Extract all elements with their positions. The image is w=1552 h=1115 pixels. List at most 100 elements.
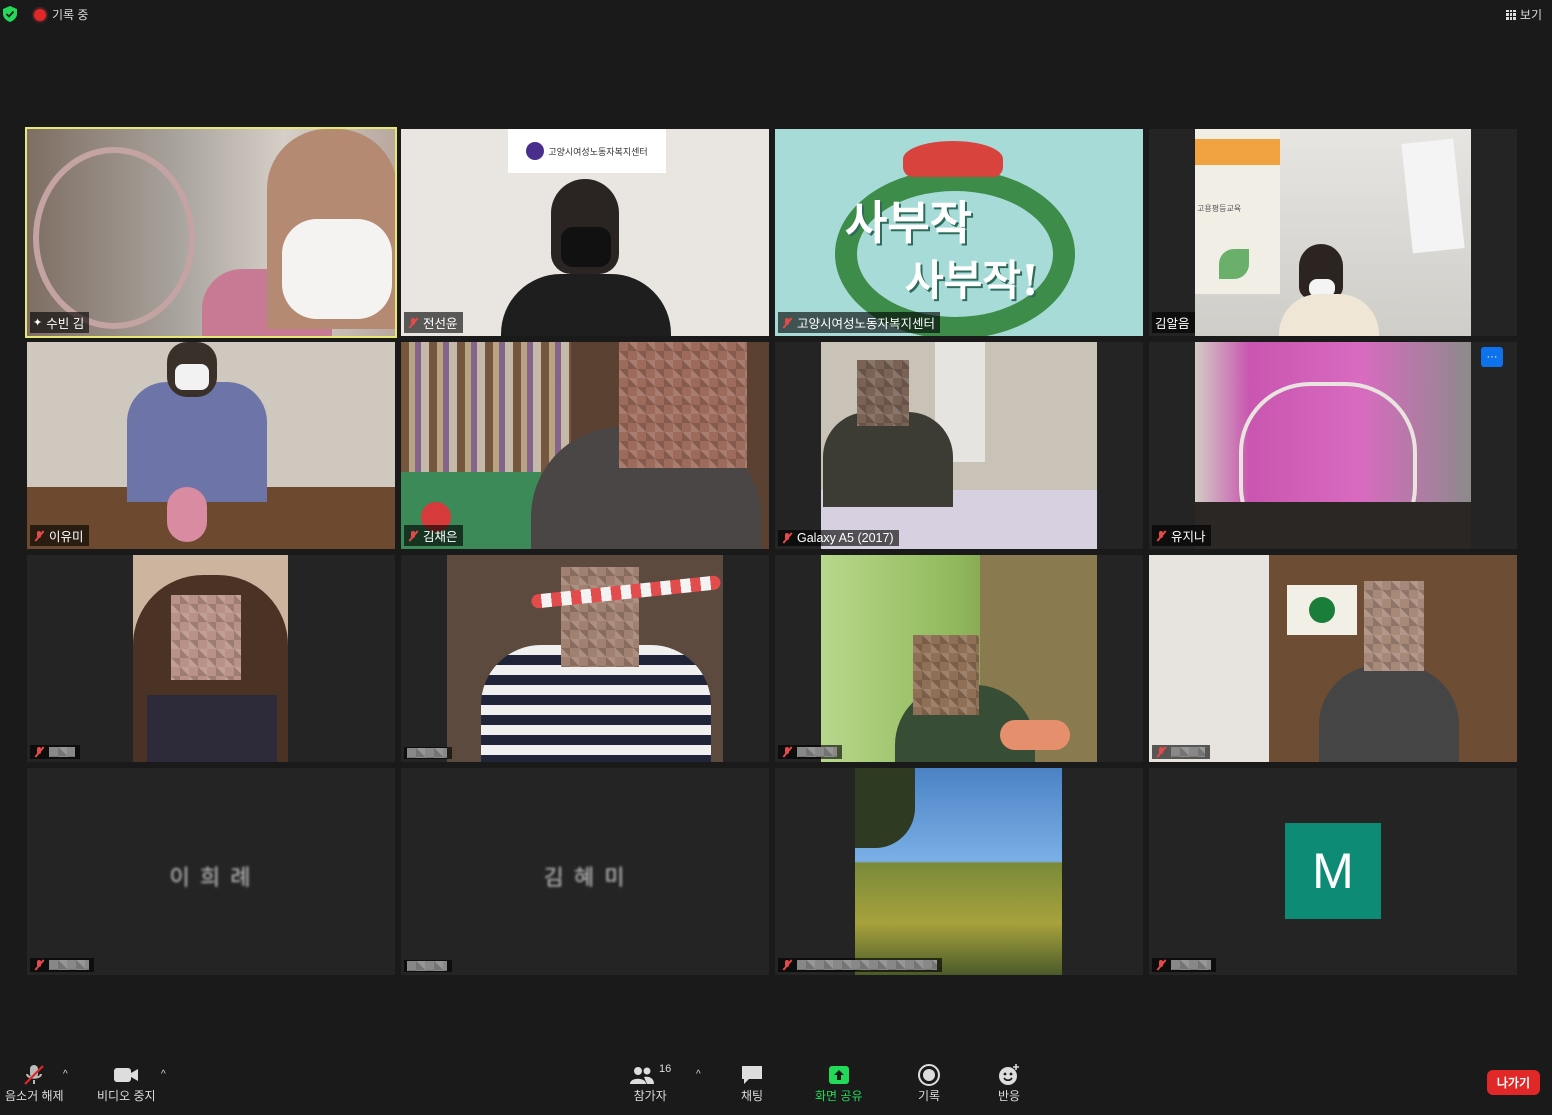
participant-name [797,747,837,757]
blurred-face [561,567,639,667]
view-label: 보기 [1519,8,1542,22]
chat-label: 채팅 [740,1089,764,1103]
face-mask [282,219,392,319]
muted-mic-icon [407,317,419,329]
participant-name [1171,747,1205,757]
clothing [147,695,277,762]
participant-name-tag [30,958,94,972]
record-button[interactable]: 기록 [917,1063,941,1104]
reactions-button[interactable]: 반응 [997,1063,1021,1104]
participant-name-tag [1152,958,1216,972]
chat-icon [742,1066,762,1084]
video-tile[interactable] [775,768,1143,975]
video-tile[interactable]: 사부작 사부작! 고양시여성노동자복지센터 [775,129,1143,336]
participants-label: 참가자 [633,1089,667,1103]
flag-emblem [1309,597,1335,623]
participants-options-caret[interactable]: ^ [696,1069,701,1080]
muted-mic-icon [781,959,793,971]
video-tile[interactable]: M [1149,768,1517,975]
art-text: 사부작! [905,256,1040,305]
muted-mic-icon [781,532,793,544]
leave-meeting-button[interactable]: 나가기 [1486,1070,1540,1095]
participants-icon [630,1067,654,1084]
recording-label: 기록 중 [52,8,89,22]
view-button[interactable]: 보기 [1505,6,1542,23]
poster-text: 고용평등교육 [1197,204,1242,213]
person-body [823,412,953,507]
participant-name-tag: 김알음 [1152,312,1195,333]
muted-mic-icon [781,746,793,758]
participant-name: 고양시여성노동자복지센터 [797,317,936,331]
avatar: M [1285,823,1381,919]
craft-yarn [1000,720,1070,750]
video-options-caret[interactable]: ^ [161,1069,166,1080]
video-tile[interactable]: ··· 유지나 [1149,342,1517,549]
share-screen-label: 화면 공유 [815,1089,863,1103]
video-tile[interactable]: 김채은 [401,342,769,549]
unmute-button[interactable]: 음소거 해제 [5,1063,64,1104]
audio-options-caret[interactable]: ^ [63,1069,68,1080]
participants-button[interactable]: 16 참가자 [629,1063,671,1104]
reactions-emoji-icon [999,1064,1019,1085]
participant-name [797,960,937,970]
participant-name [407,961,447,971]
participant-name-tag: Galaxy A5 (2017) [778,530,899,546]
share-screen-button[interactable]: 화면 공유 [815,1063,863,1104]
muted-mic-icon [33,746,45,758]
art-text: 사부작 [845,196,972,250]
reactions-label: 반응 [997,1089,1021,1103]
poster-header [1195,139,1280,165]
security-shield-icon[interactable] [3,6,17,22]
participant-name: 전선윤 [423,317,458,331]
muted-mic-icon [33,959,45,971]
plaid-shirt [127,382,267,502]
craft-yarn [167,487,207,542]
video-tile[interactable]: 이유미 [27,342,395,549]
participant-name-tag [1152,745,1210,759]
video-tile[interactable] [27,555,395,762]
bottom-edge [0,1104,1552,1115]
ribbon-bow [903,141,1003,177]
unmute-label: 음소거 해제 [5,1089,64,1103]
video-tile[interactable] [401,555,769,762]
more-options-button[interactable]: ··· [1481,347,1503,367]
video-tile[interactable] [775,555,1143,762]
participant-name-tag: 유지나 [1152,525,1211,546]
muted-mic-icon [33,530,45,542]
stop-video-button[interactable]: 비디오 중지 [97,1063,156,1104]
muted-mic-icon [781,317,793,329]
participant-name-tag: 고양시여성노동자복지센터 [778,312,941,333]
record-icon [34,8,46,21]
face-mask [175,364,209,390]
video-tile[interactable]: Galaxy A5 (2017) [775,342,1143,549]
participant-name-tag: 김채은 [404,525,463,546]
blurred-face [857,360,909,426]
participant-name-tag [778,958,942,972]
participant-display-name: 김 혜 미 [543,865,627,890]
participant-name-tag: 전선윤 [404,312,463,333]
participant-name-tag: 이유미 [30,525,89,546]
participant-name [49,960,89,970]
video-tile[interactable]: 이 희 례 [27,768,395,975]
muted-mic-icon [24,1065,45,1085]
video-tile[interactable]: ✦ 수빈 김 [25,127,397,338]
table [1195,502,1471,549]
video-tile[interactable] [1149,555,1517,762]
craft-hoop [33,147,195,329]
leaf-decor [1219,249,1249,279]
banner-text: 고양시여성노동자복지센터 [548,146,648,157]
banner: 고양시여성노동자복지센터 [508,129,666,173]
video-tile[interactable]: 김 혜 미 [401,768,769,975]
chat-button[interactable]: 채팅 [740,1063,764,1104]
stop-video-label: 비디오 중지 [97,1089,156,1103]
video-tile[interactable]: 고양시여성노동자복지센터 전선윤 [401,129,769,336]
muted-mic-icon [407,530,419,542]
recording-indicator[interactable]: 기록 중 [34,6,88,23]
logo-icon [526,142,545,160]
participant-display-name: 이 희 례 [169,865,253,890]
pin-icon: ✦ [33,317,43,329]
participant-name: 유지나 [1171,530,1206,544]
video-tile[interactable]: 고용평등교육 김알음 [1149,129,1517,336]
participant-name-tag [404,960,452,972]
grid-view-icon [1505,9,1516,20]
